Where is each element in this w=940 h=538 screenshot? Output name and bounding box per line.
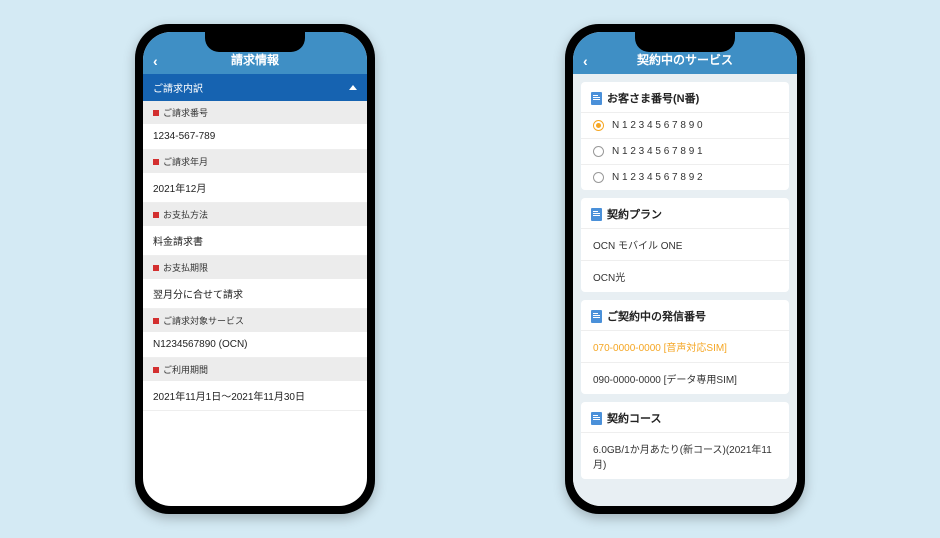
customer-number-card: お客さま番号(N番) N 1 2 3 4 5 6 7 8 9 0 N 1 2 3 … (581, 82, 789, 190)
field-label: ご請求番号 (163, 106, 208, 119)
back-chevron-icon[interactable]: ‹ (583, 54, 588, 68)
field-value: 料金請求書 (143, 226, 367, 256)
field-value: 2021年11月1日～2021年11月30日 (143, 381, 367, 411)
option-label: N 1 2 3 4 5 6 7 8 9 2 (612, 172, 703, 183)
service-content: お客さま番号(N番) N 1 2 3 4 5 6 7 8 9 0 N 1 2 3 … (573, 74, 797, 506)
card-title: 契約コース (607, 410, 661, 426)
header-title: 請求情報 (231, 51, 279, 68)
red-square-icon (153, 159, 159, 165)
customer-number-option[interactable]: N 1 2 3 4 5 6 7 8 9 1 (581, 138, 789, 164)
field-label-row: ご利用期間 (143, 358, 367, 381)
phone-mockup-1: ‹ 請求情報 ご請求内訳 ご請求番号 1234-567-789 ご請求年月 2021年… (135, 24, 375, 514)
field-label: ご請求対象サービス (163, 314, 244, 327)
billing-content: ご請求内訳 ご請求番号 1234-567-789 ご請求年月 2021年12月お支払方… (143, 74, 367, 506)
field-label-row: ご請求対象サービス (143, 309, 367, 332)
card-title: ご契約中の発信番号 (607, 308, 706, 324)
document-icon (591, 208, 602, 221)
card-title-row: お客さま番号(N番) (581, 82, 789, 112)
field-label: ご請求年月 (163, 155, 208, 168)
field-value: N1234567890 (OCN) (143, 332, 367, 358)
field-label-row: お支払方法 (143, 203, 367, 226)
plan-item[interactable]: OCN光 (581, 260, 789, 292)
field-label: お支払期限 (163, 261, 208, 274)
option-label: N 1 2 3 4 5 6 7 8 9 0 (612, 120, 703, 131)
field-label-row: ご請求番号 (143, 101, 367, 124)
red-square-icon (153, 367, 159, 373)
phone-notch (635, 32, 735, 52)
document-icon (591, 92, 602, 105)
field-label: ご利用期間 (163, 363, 208, 376)
card-title-row: 契約コース (581, 402, 789, 432)
radio-icon (593, 172, 604, 183)
red-square-icon (153, 212, 159, 218)
red-square-icon (153, 110, 159, 116)
phone-mockup-2: ‹ 契約中のサービス お客さま番号(N番) N 1 2 3 4 5 6 7 8 … (565, 24, 805, 514)
section-title: ご請求内訳 (153, 80, 203, 95)
radio-icon (593, 120, 604, 131)
field-label-row: ご請求年月 (143, 150, 367, 173)
card-title-row: ご契約中の発信番号 (581, 300, 789, 330)
course-item[interactable]: 6.0GB/1か月あたり(新コース)(2021年11月) (581, 432, 789, 479)
back-chevron-icon[interactable]: ‹ (153, 54, 158, 68)
document-icon (591, 310, 602, 323)
card-title: お客さま番号(N番) (607, 90, 699, 106)
calling-number-item[interactable]: 090-0000-0000 [データ専用SIM] (581, 362, 789, 394)
red-square-icon (153, 318, 159, 324)
option-label: N 1 2 3 4 5 6 7 8 9 1 (612, 146, 703, 157)
field-value: 翌月分に合せて請求 (143, 279, 367, 309)
field-value: 1234-567-789 (143, 124, 367, 150)
field-value: 2021年12月 (143, 173, 367, 203)
field-label-row: お支払期限 (143, 256, 367, 279)
card-title-row: 契約プラン (581, 198, 789, 228)
course-card: 契約コース 6.0GB/1か月あたり(新コース)(2021年11月) (581, 402, 789, 479)
field-label: お支払方法 (163, 208, 208, 221)
section-header[interactable]: ご請求内訳 (143, 74, 367, 101)
collapse-up-icon (349, 85, 357, 90)
plan-item[interactable]: OCN モバイル ONE (581, 228, 789, 260)
radio-icon (593, 146, 604, 157)
calling-number-card: ご契約中の発信番号 070-0000-0000 [音声対応SIM]090-000… (581, 300, 789, 394)
plan-card: 契約プラン OCN モバイル ONEOCN光 (581, 198, 789, 292)
card-title: 契約プラン (607, 206, 662, 222)
header-title: 契約中のサービス (637, 51, 733, 68)
customer-number-option[interactable]: N 1 2 3 4 5 6 7 8 9 0 (581, 112, 789, 138)
calling-number-item[interactable]: 070-0000-0000 [音声対応SIM] (581, 330, 789, 362)
red-square-icon (153, 265, 159, 271)
customer-number-option[interactable]: N 1 2 3 4 5 6 7 8 9 2 (581, 164, 789, 190)
document-icon (591, 412, 602, 425)
phone-notch (205, 32, 305, 52)
